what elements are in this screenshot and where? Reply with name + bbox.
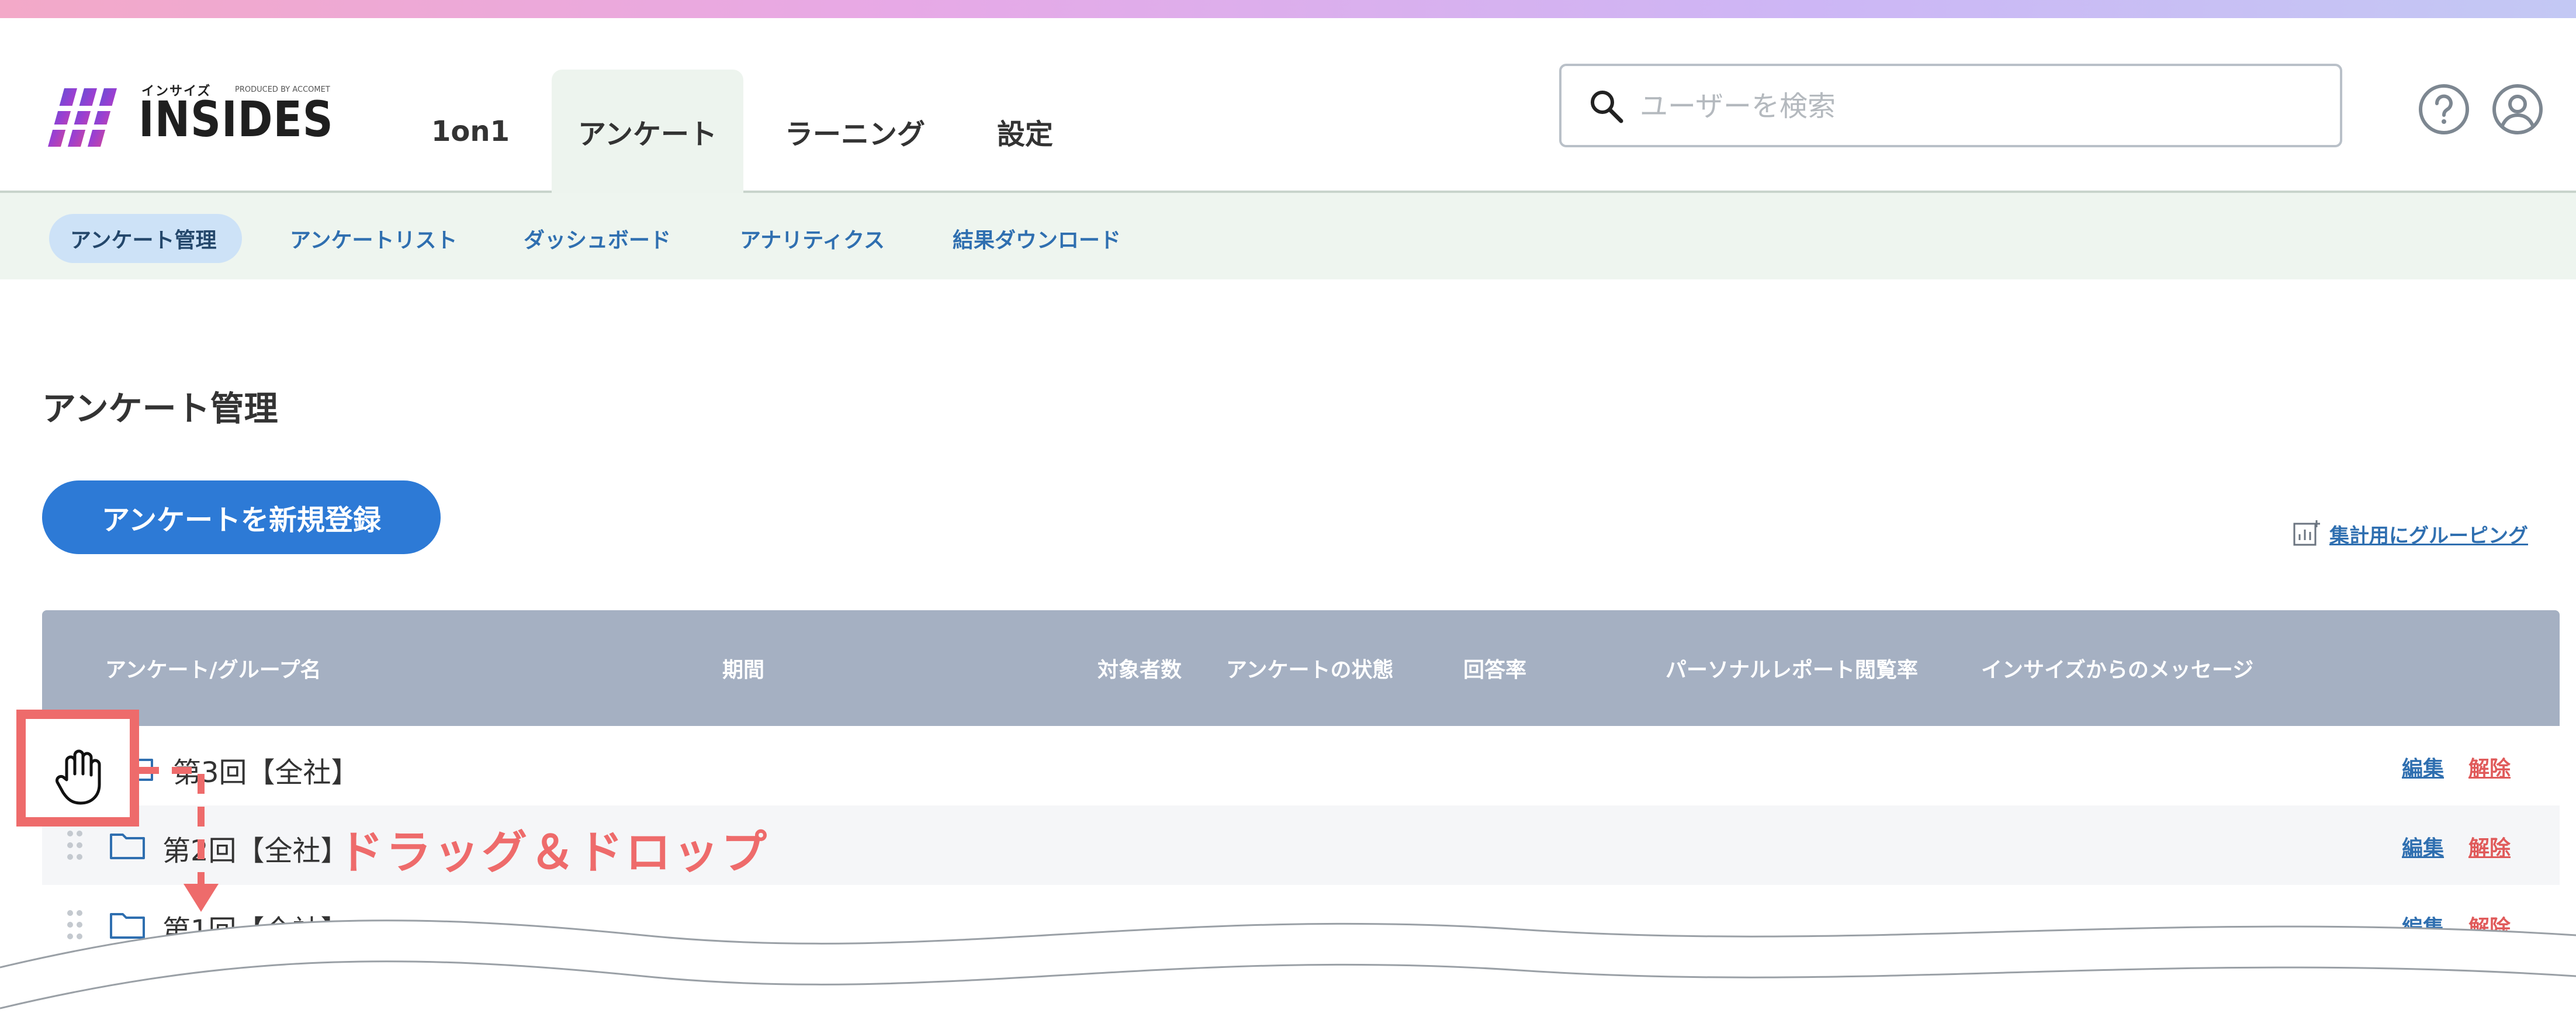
nav-tab-label: 1on1 bbox=[431, 115, 510, 148]
nav-tab-label: 設定 bbox=[996, 117, 1053, 151]
nav-tab-label: アンケート bbox=[577, 117, 718, 151]
top-gradient-bar bbox=[0, 0, 2576, 18]
subnav-item-analytics[interactable]: アナリティクス bbox=[740, 214, 885, 263]
column-header-message[interactable]: インサイズからのメッセージ bbox=[1981, 610, 2253, 726]
grouping-link-label: 集計用にグルーピング bbox=[2329, 524, 2528, 548]
subnav-item-label: アンケートリスト bbox=[290, 229, 458, 253]
help-icon[interactable] bbox=[2417, 82, 2471, 136]
edit-link[interactable]: 編集 bbox=[2402, 831, 2444, 862]
column-header-report-view-rate[interactable]: パーソナルレポート閲覧率 bbox=[1666, 610, 1918, 726]
subnav-item-label: アンケート管理 bbox=[70, 229, 217, 253]
edit-link[interactable]: 編集 bbox=[2402, 752, 2444, 782]
subnav-item-survey-management[interactable]: アンケート管理 bbox=[49, 214, 242, 263]
subnav-item-label: アナリティクス bbox=[740, 229, 885, 253]
app-header: インサイズ PRODUCED BY ACCOMET INSIDES 1on1 ア… bbox=[0, 18, 2576, 193]
subnav-item-result-download[interactable]: 結果ダウンロード bbox=[953, 214, 1121, 263]
cut-off-wave bbox=[0, 919, 2576, 1027]
column-header-target-count[interactable]: 対象者数 bbox=[1097, 610, 1182, 726]
table-header: アンケート/グループ名 期間 対象者数 アンケートの状態 回答率 パーソナルレポ… bbox=[42, 610, 2560, 726]
logo-wordmark: INSIDES bbox=[139, 91, 334, 148]
sub-navigation: アンケート管理 アンケートリスト ダッシュボード アナリティクス 結果ダウンロー… bbox=[0, 193, 2576, 279]
column-header-period[interactable]: 期間 bbox=[722, 610, 764, 726]
release-link[interactable]: 解除 bbox=[2468, 831, 2511, 862]
subnav-item-label: 結果ダウンロード bbox=[953, 229, 1121, 253]
drag-callout-box bbox=[16, 710, 139, 827]
grouping-chart-icon bbox=[2293, 520, 2320, 546]
new-survey-button[interactable]: アンケートを新規登録 bbox=[42, 480, 441, 554]
nav-tab-settings[interactable]: 設定 bbox=[967, 70, 1083, 193]
grab-hand-icon bbox=[56, 749, 101, 805]
subnav-item-dashboard[interactable]: ダッシュボード bbox=[524, 214, 671, 263]
nav-tab-survey[interactable]: アンケート bbox=[552, 70, 743, 193]
subnav-item-survey-list[interactable]: アンケートリスト bbox=[290, 214, 458, 263]
folder-icon bbox=[110, 834, 145, 859]
user-account-icon[interactable] bbox=[2491, 82, 2544, 136]
subnav-item-label: ダッシュボード bbox=[524, 229, 671, 253]
nav-tab-learning[interactable]: ラーニング bbox=[770, 70, 940, 193]
search-icon bbox=[1591, 91, 1623, 123]
user-search-input[interactable] bbox=[1639, 82, 2319, 130]
row-group-name: 第2回【全社】 bbox=[162, 835, 349, 867]
column-header-response-rate[interactable]: 回答率 bbox=[1463, 610, 1526, 726]
column-header-name[interactable]: アンケート/グループ名 bbox=[105, 610, 321, 726]
row-group-name: 第3回【全社】 bbox=[173, 756, 359, 789]
drag-handle-icon[interactable] bbox=[63, 828, 86, 863]
release-link[interactable]: 解除 bbox=[2468, 752, 2511, 782]
insides-logo[interactable]: インサイズ PRODUCED BY ACCOMET INSIDES bbox=[48, 68, 352, 155]
page-title: アンケート管理 bbox=[42, 389, 278, 428]
nav-tab-1on1[interactable]: 1on1 bbox=[416, 70, 525, 193]
column-header-status[interactable]: アンケートの状態 bbox=[1226, 610, 1394, 726]
drag-and-drop-label: ドラッグ＆ドロップ bbox=[338, 827, 770, 879]
nav-tab-label: ラーニング bbox=[784, 117, 925, 151]
grouping-link[interactable]: 集計用にグルーピング bbox=[2292, 519, 2528, 548]
logo-mark-icon bbox=[48, 88, 124, 147]
user-search-box[interactable] bbox=[1559, 64, 2342, 147]
table-row[interactable]: 第3回【全社】 編集 解除 bbox=[42, 726, 2560, 805]
